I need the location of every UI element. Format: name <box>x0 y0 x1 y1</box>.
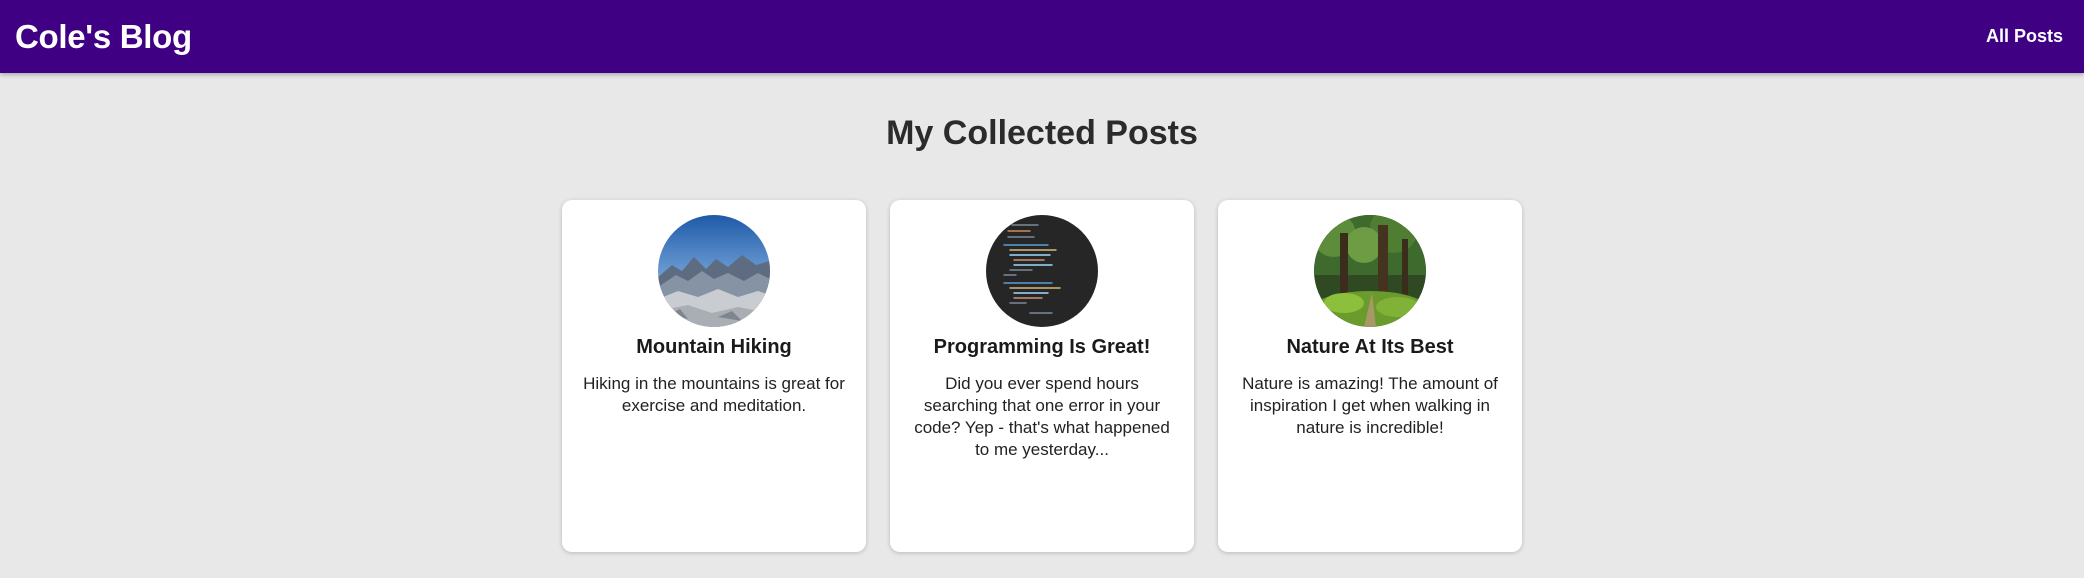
site-header: Cole's Blog All Posts <box>0 0 2084 73</box>
post-excerpt: Hiking in the mountains is great for exe… <box>583 374 845 415</box>
post-excerpt: Did you ever spend hours searching that … <box>914 374 1170 459</box>
post-list: Mountain Hiking Hiking in the mountains … <box>0 200 2084 552</box>
post-card-nature[interactable]: Nature At Its Best Nature is amazing! Th… <box>1218 200 1522 552</box>
mountains-image <box>658 215 770 327</box>
page-title: My Collected Posts <box>886 114 1198 152</box>
post-title[interactable]: Programming Is Great! <box>908 335 1176 359</box>
nav-all-posts-link[interactable]: All Posts <box>1986 26 2063 47</box>
main-content: My Collected Posts Mountain Hiking Hikin… <box>0 73 2084 552</box>
post-card-programming[interactable]: Programming Is Great! Did you ever spend… <box>890 200 1194 552</box>
site-title-link[interactable]: Cole's Blog <box>15 18 192 56</box>
forest-image <box>1314 215 1426 327</box>
code-image <box>986 215 1098 327</box>
post-title[interactable]: Nature At Its Best <box>1236 335 1504 359</box>
post-excerpt: Nature is amazing! The amount of inspira… <box>1242 374 1498 437</box>
post-card-mountain-hiking[interactable]: Mountain Hiking Hiking in the mountains … <box>562 200 866 552</box>
post-title[interactable]: Mountain Hiking <box>580 335 848 359</box>
